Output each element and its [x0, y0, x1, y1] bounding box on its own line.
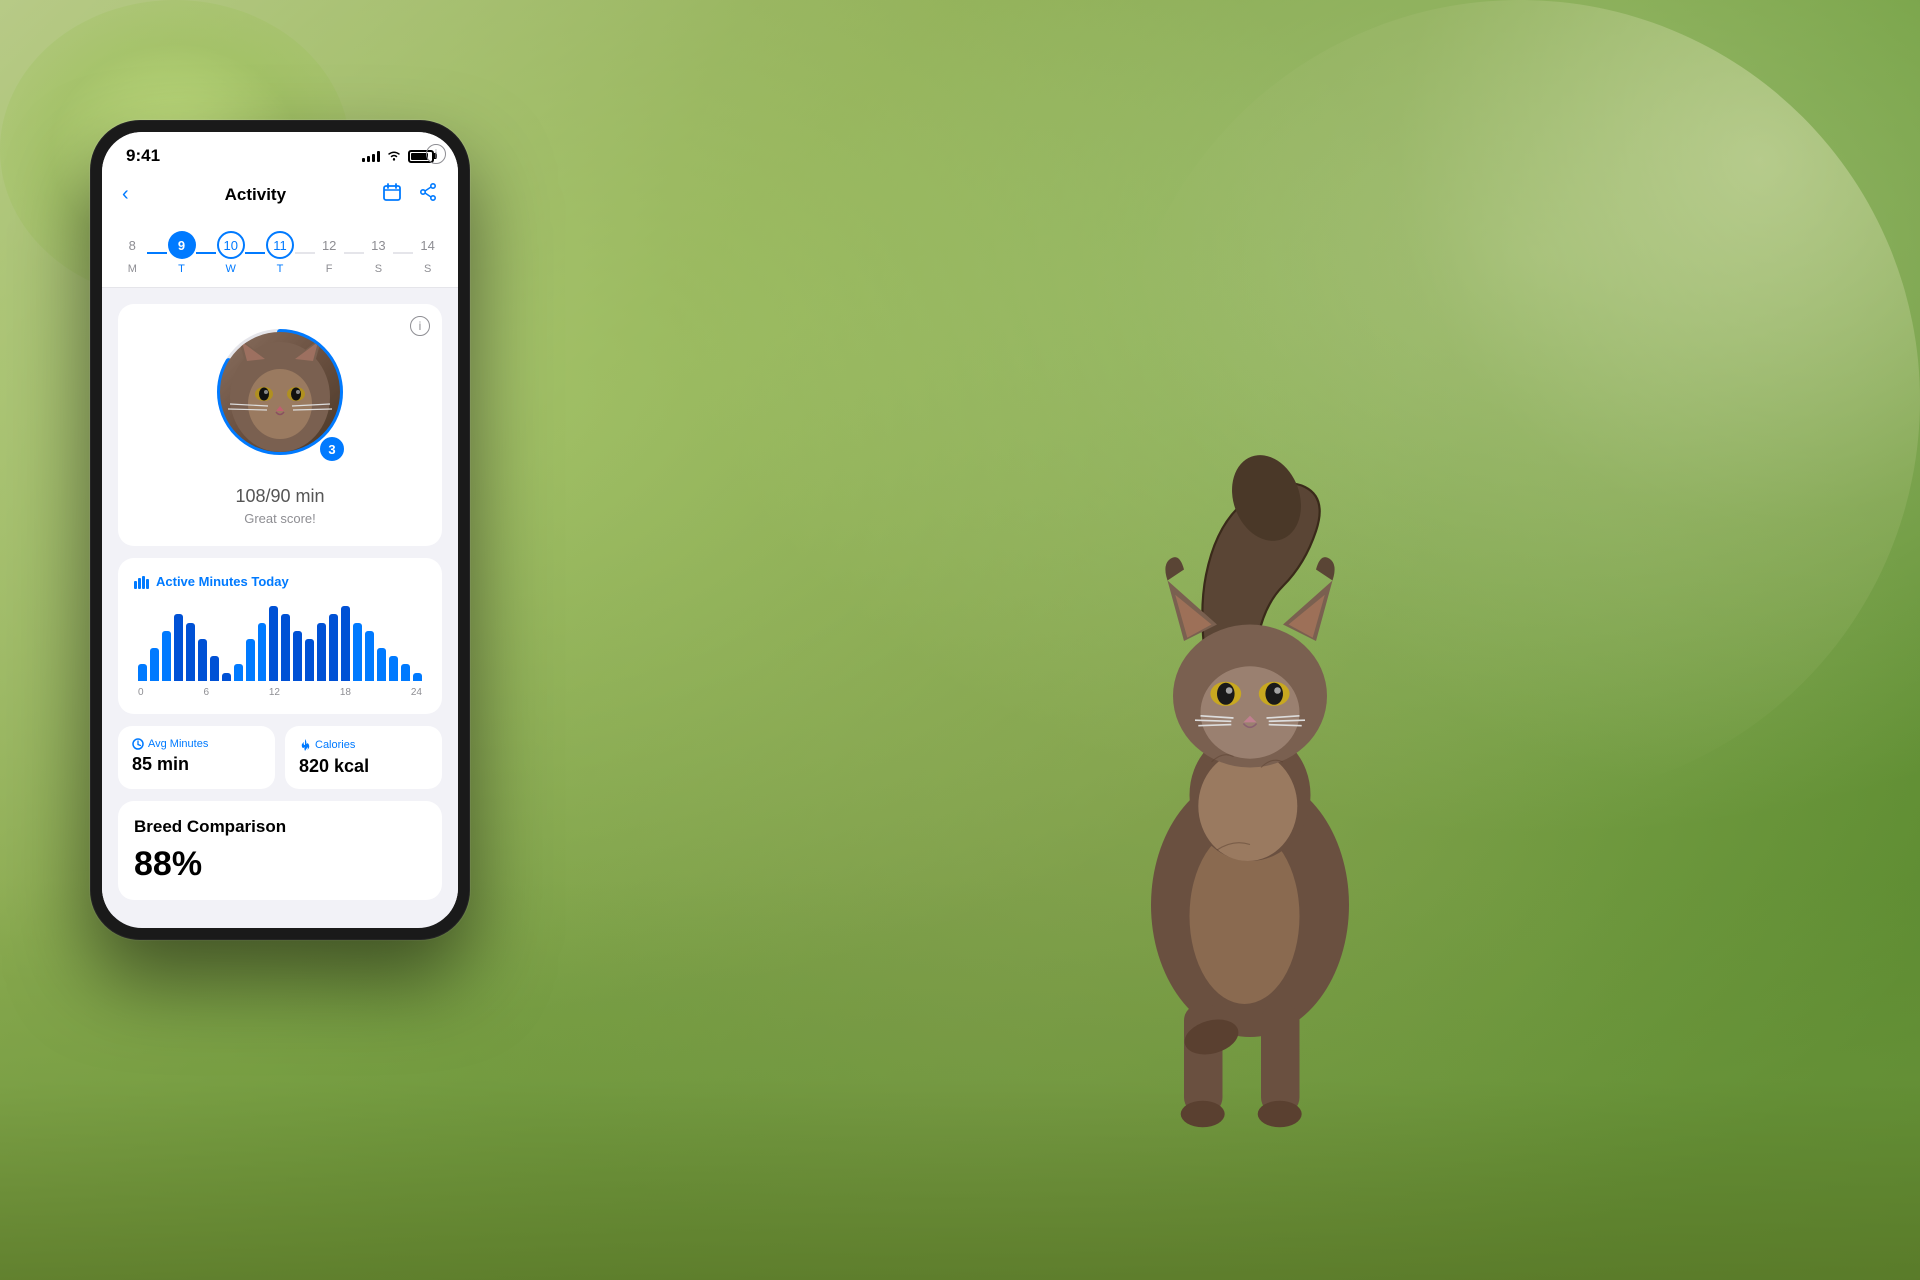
day-item-mon[interactable]: 8 M: [118, 231, 146, 275]
chart-labels: 0 6 12 18 24: [134, 687, 426, 698]
back-button[interactable]: ‹: [122, 183, 129, 206]
chart-card: Active Minutes Today 0 6 12 18 24: [118, 558, 442, 714]
pet-avatar-container: 3: [212, 324, 348, 465]
chart-bars: [134, 601, 426, 681]
stat-calories: Calories 820 kcal: [285, 726, 442, 789]
score-info-button[interactable]: i: [410, 316, 430, 336]
score-value: 108: [235, 486, 265, 506]
signal-icon: [362, 150, 380, 162]
pet-avatar: [220, 332, 340, 452]
day-connector-6: [393, 252, 413, 254]
clock-icon: [132, 738, 144, 750]
chart-bar: [269, 606, 278, 681]
chart-bar: [186, 623, 195, 681]
chart-bar: [246, 639, 255, 681]
calendar-icon[interactable]: [382, 182, 402, 207]
level-badge: 3: [318, 435, 346, 463]
chart-bar: [281, 614, 290, 681]
day-connector-2: [196, 252, 216, 254]
chart-bar: [210, 656, 219, 681]
day-item-thu[interactable]: 11 T: [266, 231, 294, 275]
chart-bar: [150, 648, 159, 681]
chart-bar: [138, 664, 147, 681]
day-item-fri[interactable]: 12 F: [315, 231, 343, 275]
day-connector-5: [344, 252, 364, 254]
flame-icon: [299, 738, 311, 752]
day-item-wed[interactable]: 10 W: [217, 231, 245, 275]
status-time: 9:41: [126, 146, 160, 166]
breed-title: Breed Comparison: [134, 817, 286, 837]
status-bar: 9:41: [102, 132, 458, 174]
chart-bar: [198, 639, 207, 681]
chart-bar: [389, 656, 398, 681]
chart-bar: [401, 664, 410, 681]
chart-bar: [258, 623, 267, 681]
day-connector-3: [245, 252, 265, 254]
score-label: Great score!: [244, 511, 316, 526]
chart-bar: [353, 623, 362, 681]
avg-minutes-value: 85 min: [132, 754, 261, 775]
chart-bar: [317, 623, 326, 681]
stat-avg-minutes: Avg Minutes 85 min: [118, 726, 275, 789]
calories-value: 820 kcal: [299, 756, 428, 777]
day-connector-4: [295, 252, 315, 254]
chart-bar: [329, 614, 338, 681]
chart-bar: [222, 673, 231, 681]
chart-bar: [365, 631, 374, 681]
phone-frame: 9:41: [90, 120, 470, 940]
breed-percent: 88%: [134, 845, 426, 884]
nav-title: Activity: [225, 185, 286, 205]
phone-screen: 9:41: [102, 132, 458, 928]
score-max: /90 min: [266, 486, 325, 506]
score-card: i: [118, 304, 442, 546]
day-item-sun[interactable]: 14 S: [414, 231, 442, 275]
stats-row: Avg Minutes 85 min Calories 820 kcal: [118, 726, 442, 789]
day-selector: 8 M 9 T 10 W 11 T: [102, 219, 458, 288]
chart-bar: [377, 648, 386, 681]
chart-bar: [305, 639, 314, 681]
content-area: i: [102, 288, 458, 916]
chart-title: Active Minutes Today: [134, 574, 426, 589]
nav-actions: [382, 182, 438, 207]
wifi-icon: [386, 149, 402, 164]
chart-bar: [162, 631, 171, 681]
day-item-sat[interactable]: 13 S: [364, 231, 392, 275]
chart-bar: [293, 631, 302, 681]
bar-chart-icon: [134, 575, 150, 589]
share-icon[interactable]: [418, 182, 438, 207]
day-item-tue[interactable]: 9 T: [168, 231, 196, 275]
day-connector-1: [147, 252, 167, 254]
breed-comparison-section: Breed Comparison i 88%: [118, 801, 442, 900]
nav-header: ‹ Activity: [102, 174, 458, 219]
cat-image: [900, 80, 1600, 1180]
chart-bar: [413, 673, 422, 681]
score-display: 108/90 min: [235, 477, 324, 509]
chart-bar: [341, 606, 350, 681]
chart-bar: [174, 614, 183, 681]
phone-mockup: 9:41: [90, 120, 470, 1220]
status-icons: [362, 149, 434, 164]
chart-bar: [234, 664, 243, 681]
